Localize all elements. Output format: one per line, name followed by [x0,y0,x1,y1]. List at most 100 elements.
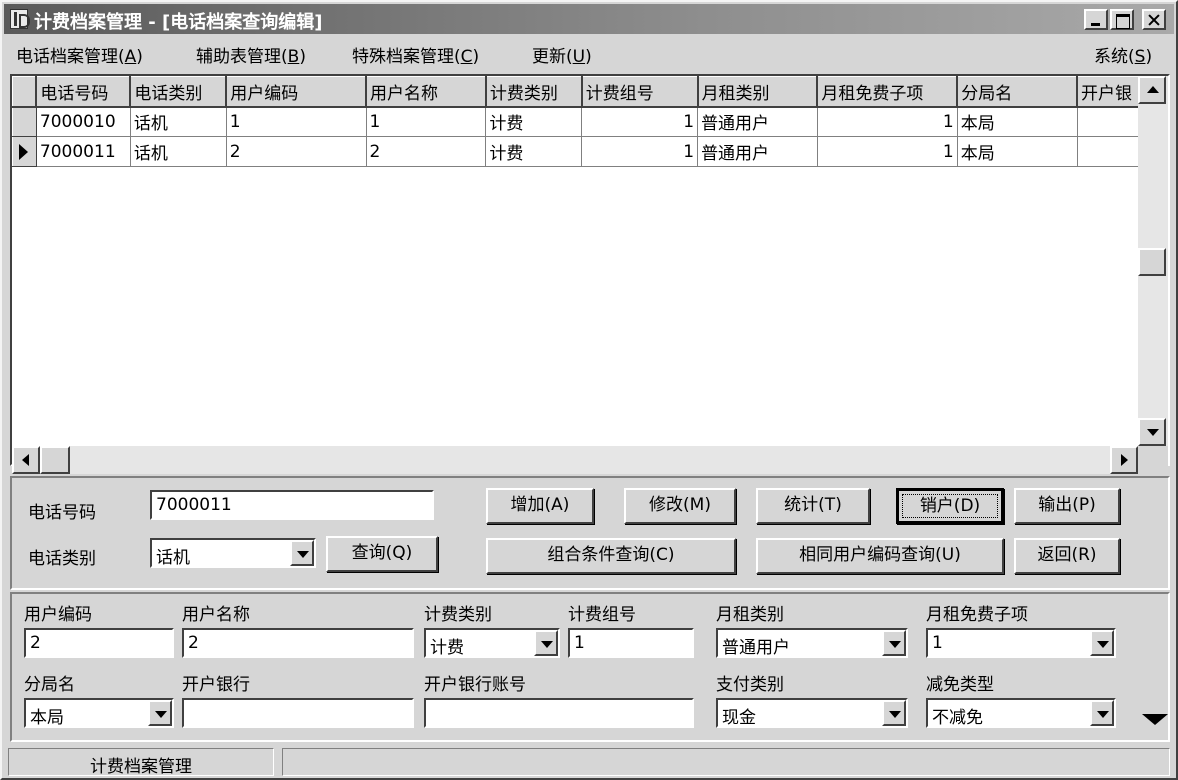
current-row-arrow-icon [19,144,28,160]
bank-label: 开户银行 [182,675,250,695]
scrollbar-corner [1138,446,1168,474]
table-cell[interactable]: 1 [816,136,958,167]
cancel-account-button[interactable]: 销户(D) [896,488,1004,524]
table-cell[interactable]: 计费 [485,136,583,167]
column-header[interactable]: 月租免费子项 [816,76,959,108]
scroll-left-button[interactable] [12,446,40,474]
discount-type-value: 不减免 [932,708,983,728]
menu-update[interactable]: 更新(U) [532,42,592,67]
phone-archive-grid[interactable]: 电话号码 电话类别 用户编码 用户名称 计费类别 计费组号 月租类别 月租免费子… [10,74,1170,466]
rent-free-item-select[interactable]: 1 [926,628,1116,658]
column-header[interactable]: 计费组号 [581,76,699,108]
table-cell[interactable]: 1 [365,106,487,137]
column-header[interactable]: 用户编码 [225,76,368,108]
dropdown-arrow-icon[interactable] [882,630,906,656]
menu-system[interactable]: 系统(S) [1094,42,1152,67]
arrow-left-icon [22,454,29,466]
rent-type-select[interactable]: 普通用户 [716,628,908,658]
billing-group-input[interactable]: 1 [568,628,694,658]
user-code-input[interactable]: 2 [24,628,174,658]
expand-down-arrow-icon[interactable] [1142,714,1168,725]
table-cell[interactable]: 本局 [956,106,1078,137]
column-header[interactable]: 电话号码 [35,76,132,108]
maximize-button[interactable] [1110,9,1134,30]
arrow-right-icon [1121,454,1128,466]
discount-type-label: 减免类型 [926,675,994,695]
horizontal-scroll-thumb[interactable] [40,446,70,474]
query-button[interactable]: 查询(Q) [326,536,438,572]
branch-select[interactable]: 本局 [24,698,174,728]
phone-type-select[interactable]: 话机 [150,538,316,568]
user-code-label: 用户编码 [24,605,92,625]
scroll-up-button[interactable] [1138,76,1166,104]
table-row[interactable]: 7000010 话机 1 1 计费 1 普通用户 1 本局 [12,106,1168,137]
column-header[interactable]: 计费类别 [485,76,583,108]
table-cell[interactable]: 2 [365,136,487,167]
modify-button[interactable]: 修改(M) [624,488,736,524]
close-button[interactable] [1142,9,1166,30]
horizontal-scrollbar[interactable] [12,446,1138,474]
vertical-scrollbar[interactable] [1138,76,1168,448]
column-header[interactable]: 用户名称 [365,76,487,108]
pay-type-value: 现金 [722,708,756,728]
title-bar[interactable]: 计费档案管理 - [电话档案查询编辑] [4,4,1174,34]
same-user-code-query-button[interactable]: 相同用户编码查询(U) [756,538,1004,574]
table-cell[interactable]: 1 [581,136,699,167]
status-pane-message [282,748,1170,776]
main-window: 计费档案管理 - [电话档案查询编辑] 电话档案管理(A) 辅助表管理(B) 特… [0,0,1178,780]
scroll-down-button[interactable] [1138,418,1166,446]
add-button[interactable]: 增加(A) [486,488,594,524]
menu-aux-table[interactable]: 辅助表管理(B) [196,42,306,67]
table-cell[interactable]: 1 [225,106,367,137]
table-cell[interactable]: 普通用户 [697,106,818,137]
column-header[interactable]: 电话类别 [129,76,228,108]
stats-button[interactable]: 统计(T) [756,488,870,524]
dropdown-arrow-icon[interactable] [882,700,906,726]
table-cell[interactable]: 本局 [956,136,1078,167]
column-header[interactable]: 分局名 [956,76,1078,108]
dropdown-arrow-icon[interactable] [148,700,172,726]
table-cell[interactable]: 7000011 [35,136,131,167]
search-panel: 电话号码 7000011 电话类别 话机 查询(Q) 增加(A) 修改(M) 统… [10,476,1170,590]
table-row[interactable]: 7000011 话机 2 2 计费 1 普通用户 1 本局 [12,136,1168,167]
bank-account-input[interactable] [424,698,694,728]
billing-type-select[interactable]: 计费 [424,628,560,658]
vertical-scroll-thumb[interactable] [1138,248,1166,276]
dropdown-arrow-icon[interactable] [290,540,314,566]
rent-free-item-label: 月租免费子项 [926,605,1028,625]
discount-type-select[interactable]: 不减免 [926,698,1116,728]
menu-special-archive[interactable]: 特殊档案管理(C) [352,42,479,67]
dropdown-arrow-icon[interactable] [1090,630,1114,656]
dropdown-arrow-icon[interactable] [534,630,558,656]
menu-phone-archive[interactable]: 电话档案管理(A) [16,42,143,67]
pay-type-select[interactable]: 现金 [716,698,908,728]
minimize-button[interactable] [1084,9,1108,30]
bank-input[interactable] [182,698,414,728]
table-cell[interactable]: 7000010 [35,106,131,137]
dropdown-arrow-icon[interactable] [1090,700,1114,726]
scroll-right-button[interactable] [1110,446,1138,474]
window-title: 计费档案管理 - [电话档案查询编辑] [34,12,323,33]
table-cell[interactable]: 话机 [129,106,227,137]
rent-free-item-value: 1 [932,633,943,653]
back-button[interactable]: 返回(R) [1014,538,1120,574]
status-pane-app: 计费档案管理 [8,748,274,777]
arrow-down-icon [1147,429,1159,436]
output-button[interactable]: 输出(P) [1014,488,1120,524]
table-cell[interactable]: 1 [816,106,958,137]
user-name-input[interactable]: 2 [182,628,414,658]
app-book-icon[interactable] [10,9,30,29]
billing-type-value: 计费 [430,638,464,658]
table-cell[interactable]: 计费 [485,106,583,137]
table-cell[interactable]: 普通用户 [697,136,818,167]
row-indicator[interactable] [12,106,37,137]
header-indicator-cell [12,76,38,108]
row-indicator[interactable] [12,136,37,167]
table-cell[interactable]: 话机 [129,136,227,167]
branch-value: 本局 [30,708,64,728]
table-cell[interactable]: 1 [581,106,699,137]
combo-condition-query-button[interactable]: 组合条件查询(C) [486,538,736,574]
column-header[interactable]: 月租类别 [697,76,819,108]
phone-number-input[interactable]: 7000011 [150,490,434,520]
table-cell[interactable]: 2 [225,136,367,167]
